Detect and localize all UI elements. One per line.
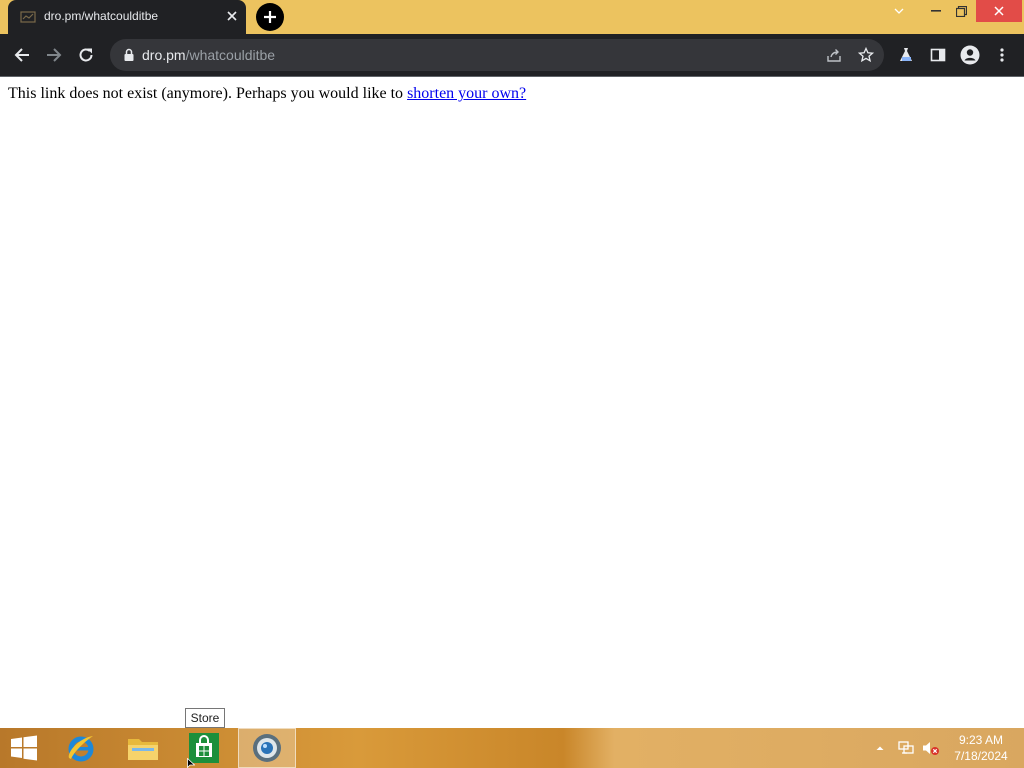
taskbar-internet-explorer[interactable]	[58, 728, 104, 768]
clock-time: 9:23 AM	[958, 733, 1004, 747]
profile-button[interactable]	[956, 41, 984, 69]
kebab-menu-icon	[1000, 48, 1004, 62]
taskbar-clock[interactable]: 9:23 AM 7/18/2024	[948, 732, 1014, 764]
shorten-link[interactable]: shorten your own?	[407, 85, 526, 102]
lock-icon[interactable]	[122, 48, 136, 62]
tab-close-icon[interactable]	[224, 8, 240, 24]
chevron-up-icon	[876, 746, 884, 750]
plus-icon	[264, 11, 276, 23]
tab-search-button[interactable]	[884, 0, 914, 22]
chevron-down-icon	[894, 8, 904, 14]
browser-tab[interactable]: dro.pm/whatcoulditbe	[8, 0, 246, 34]
taskbar-file-explorer[interactable]	[118, 728, 168, 768]
close-icon	[994, 6, 1004, 16]
url-text[interactable]: dro.pm/whatcoulditbe	[142, 47, 275, 63]
back-button[interactable]	[8, 41, 36, 69]
forward-arrow-icon	[47, 48, 62, 62]
browser-app-icon	[253, 734, 281, 762]
url-path: /whatcoulditbe	[185, 47, 276, 63]
side-panel-button[interactable]	[924, 41, 952, 69]
error-message: This link does not exist (anymore). Perh…	[8, 85, 526, 103]
extension-icon	[900, 48, 912, 61]
restore-button[interactable]	[946, 0, 976, 22]
taskbar	[0, 728, 1024, 768]
minimize-icon	[931, 10, 941, 12]
favicon-icon	[20, 11, 36, 23]
internet-explorer-icon	[68, 736, 94, 762]
clock-date: 7/18/2024	[954, 749, 1008, 763]
start-button[interactable]	[4, 728, 44, 768]
message-text: This link does not exist (anymore). Perh…	[8, 85, 408, 102]
menu-button[interactable]	[988, 41, 1016, 69]
reload-button[interactable]	[72, 41, 100, 69]
side-panel-icon	[930, 48, 946, 62]
windows-logo-icon	[11, 735, 37, 761]
share-icon[interactable]	[824, 45, 844, 65]
store-tooltip: Store	[185, 708, 225, 728]
browser-toolbar: dro.pm/whatcoulditbe	[0, 34, 1024, 76]
volume-tray-button[interactable]	[920, 728, 942, 768]
profile-avatar-icon	[960, 45, 980, 65]
forward-button[interactable]	[40, 41, 68, 69]
address-bar[interactable]: dro.pm/whatcoulditbe	[110, 39, 884, 71]
restore-icon	[955, 5, 967, 17]
network-tray-button[interactable]	[894, 728, 918, 768]
extension-button[interactable]	[892, 41, 920, 69]
tab-title: dro.pm/whatcoulditbe	[44, 9, 159, 23]
folder-icon	[128, 739, 158, 760]
close-window-button[interactable]	[976, 0, 1022, 22]
toolbar-divider	[0, 76, 1024, 77]
url-host: dro.pm	[142, 47, 186, 63]
mouse-cursor-icon	[187, 758, 195, 768]
new-tab-button[interactable]	[256, 3, 284, 31]
volume-muted-icon	[923, 742, 939, 755]
network-icon	[898, 741, 914, 754]
taskbar-browser[interactable]	[238, 728, 296, 768]
reload-icon	[79, 48, 93, 62]
title-bar: dro.pm/whatcoulditbe	[0, 0, 1024, 34]
bookmark-star-icon[interactable]	[856, 45, 876, 65]
back-arrow-icon	[14, 48, 29, 62]
show-hidden-icons-button[interactable]	[872, 728, 888, 768]
